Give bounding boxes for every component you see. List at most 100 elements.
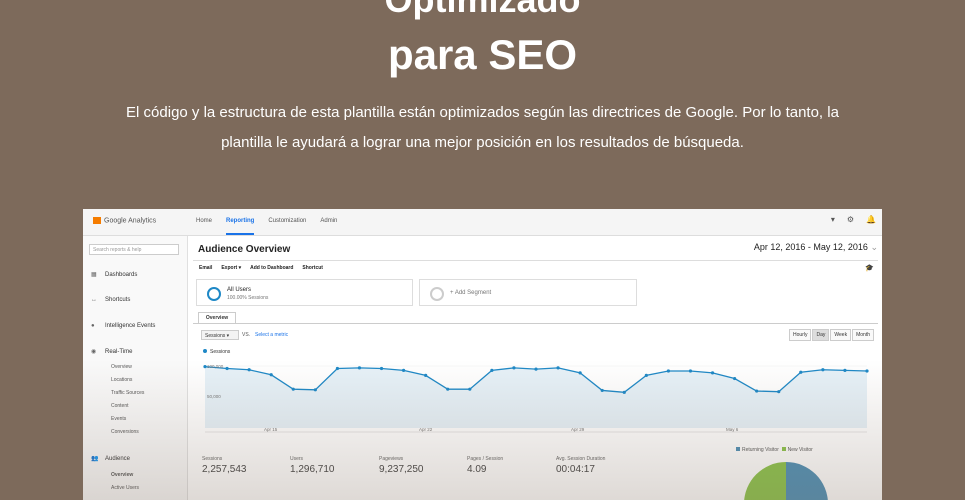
data-point[interactable]	[843, 368, 847, 372]
stat-label: Pages / Session	[467, 456, 504, 462]
new-swatch	[781, 447, 786, 451]
data-point[interactable]	[666, 369, 670, 373]
segment-add[interactable]: + Add Segment	[419, 279, 637, 306]
week-button[interactable]: Week	[830, 329, 852, 341]
data-point[interactable]	[424, 373, 428, 378]
sidebar-item-realtime[interactable]: ◉ Real-Time	[91, 348, 132, 355]
realtime-overview[interactable]: Overview	[111, 364, 132, 370]
data-point[interactable]	[710, 371, 715, 375]
data-point[interactable]	[556, 366, 560, 370]
series-area	[205, 366, 867, 428]
data-point[interactable]	[799, 370, 803, 374]
hero-title-partial: Optimizado	[0, 0, 965, 20]
data-point[interactable]	[755, 389, 759, 393]
x-tick-label: Apr 15	[264, 427, 278, 432]
shortcut-button[interactable]: Shortcut	[302, 265, 323, 271]
data-point[interactable]	[777, 390, 781, 394]
data-point[interactable]	[247, 368, 251, 372]
data-point[interactable]	[821, 368, 825, 372]
chevron-down-icon: ⌄	[870, 242, 878, 252]
data-point[interactable]	[225, 366, 229, 371]
data-point[interactable]	[468, 387, 472, 391]
hourly-button[interactable]: Hourly	[789, 329, 812, 341]
data-point[interactable]	[490, 368, 494, 372]
audience-overview[interactable]: Overview	[111, 472, 133, 478]
data-point[interactable]	[402, 368, 406, 372]
data-point[interactable]	[534, 367, 538, 371]
data-point[interactable]	[644, 373, 648, 378]
bell-icon[interactable]: 🔔	[866, 215, 876, 224]
realtime-content[interactable]: Content	[111, 403, 129, 409]
sessions-chart	[203, 365, 869, 433]
intelligence-icon: ●	[91, 323, 95, 329]
metric-select[interactable]: Sessions ▾	[201, 330, 239, 340]
realtime-conversions[interactable]: Conversions	[111, 429, 139, 435]
dropdown-icon[interactable]: ▾	[831, 215, 835, 224]
data-point[interactable]	[512, 366, 516, 370]
data-point[interactable]	[446, 387, 450, 391]
email-button[interactable]: Email	[199, 265, 212, 271]
sidebar-item-intelligence[interactable]: ● Intelligence Events	[91, 323, 155, 329]
nav-admin[interactable]: Admin	[320, 209, 337, 233]
sidebar-item-shortcuts[interactable]: ↔ Shortcuts	[91, 297, 130, 303]
chart-legend: Sessions	[203, 349, 230, 355]
sidebar-item-audience[interactable]: 👥 Audience	[91, 455, 130, 462]
sidebar-item-dashboards[interactable]: ▦ Dashboards	[91, 271, 137, 278]
data-point[interactable]	[313, 388, 317, 392]
page-title: Audience Overview	[198, 244, 291, 255]
realtime-icon: ◉	[91, 349, 97, 355]
visitor-pie-chart	[744, 462, 828, 500]
audience-icon: 👥	[91, 456, 99, 462]
stat-label: Users	[290, 456, 304, 462]
export-button[interactable]: Export ▾	[221, 265, 241, 271]
select-metric-link[interactable]: Select a metric	[255, 332, 288, 338]
data-point[interactable]	[578, 371, 582, 375]
data-point[interactable]	[379, 366, 384, 371]
audience-active-users[interactable]: Active Users	[111, 485, 139, 491]
ga-sidebar: Search reports & help ▦ Dashboards ↔ Short…	[83, 236, 188, 500]
sidebar-item-label: Shortcuts	[105, 297, 131, 303]
segment-title: + Add Segment	[450, 290, 492, 296]
intelligence-cap-icon[interactable]: 🎓	[865, 264, 874, 272]
stat-value: 4.09	[467, 464, 487, 475]
data-point[interactable]	[269, 373, 273, 377]
nav-customization[interactable]: Customization	[268, 209, 306, 233]
data-point[interactable]	[357, 366, 362, 370]
sidebar-item-label: Real-Time	[105, 349, 133, 355]
realtime-locations[interactable]: Locations	[111, 377, 132, 383]
granularity-buttons: Hourly Day Week Month	[788, 329, 874, 341]
realtime-events[interactable]: Events	[111, 416, 126, 422]
segment-all-users[interactable]: All Users 100.00% Sessions	[196, 279, 413, 306]
stat-sessions: Sessions 2,257,543	[202, 456, 247, 475]
nav-home[interactable]: Home	[196, 209, 212, 233]
realtime-traffic-sources[interactable]: Traffic Sources	[111, 390, 144, 396]
returning-swatch	[736, 447, 740, 451]
pie-legend-label: New Visitor	[787, 447, 813, 453]
stat-value: 1,296,710	[290, 464, 335, 475]
report-toolbar: Email Export ▾ Add to Dashboard Shortcut	[199, 265, 332, 271]
day-button[interactable]: Day	[812, 329, 830, 341]
stat-label: Avg. Session Duration	[556, 456, 606, 462]
month-button[interactable]: Month	[852, 329, 874, 341]
data-point[interactable]	[733, 376, 737, 381]
stat-pages-per-session: Pages / Session 4.09	[467, 456, 503, 475]
pie-slice-new	[744, 462, 786, 500]
ga-logo[interactable]: Google Analytics	[93, 217, 156, 224]
data-point[interactable]	[291, 387, 295, 391]
data-point[interactable]	[622, 390, 626, 394]
data-point[interactable]	[600, 388, 604, 393]
x-tick-label: Apr 29	[571, 427, 585, 432]
search-input[interactable]: Search reports & help	[89, 244, 179, 255]
dashboards-icon: ▦	[91, 272, 97, 278]
data-point[interactable]	[335, 366, 339, 371]
gear-icon[interactable]: ⚙	[847, 215, 854, 224]
add-segment-icon	[430, 287, 444, 301]
data-point[interactable]	[688, 369, 693, 373]
date-range-picker[interactable]: Apr 12, 2016 - May 12, 2016 ⌄	[754, 242, 878, 253]
ga-main: Audience Overview Apr 12, 2016 - May 12,…	[193, 236, 882, 500]
data-point[interactable]	[865, 369, 869, 373]
add-to-dashboard-button[interactable]: Add to Dashboard	[250, 265, 293, 271]
legend-label: Sessions	[210, 349, 231, 355]
nav-reporting[interactable]: Reporting	[226, 209, 255, 235]
pie-legend: Returning Visitor New Visitor	[736, 447, 813, 453]
